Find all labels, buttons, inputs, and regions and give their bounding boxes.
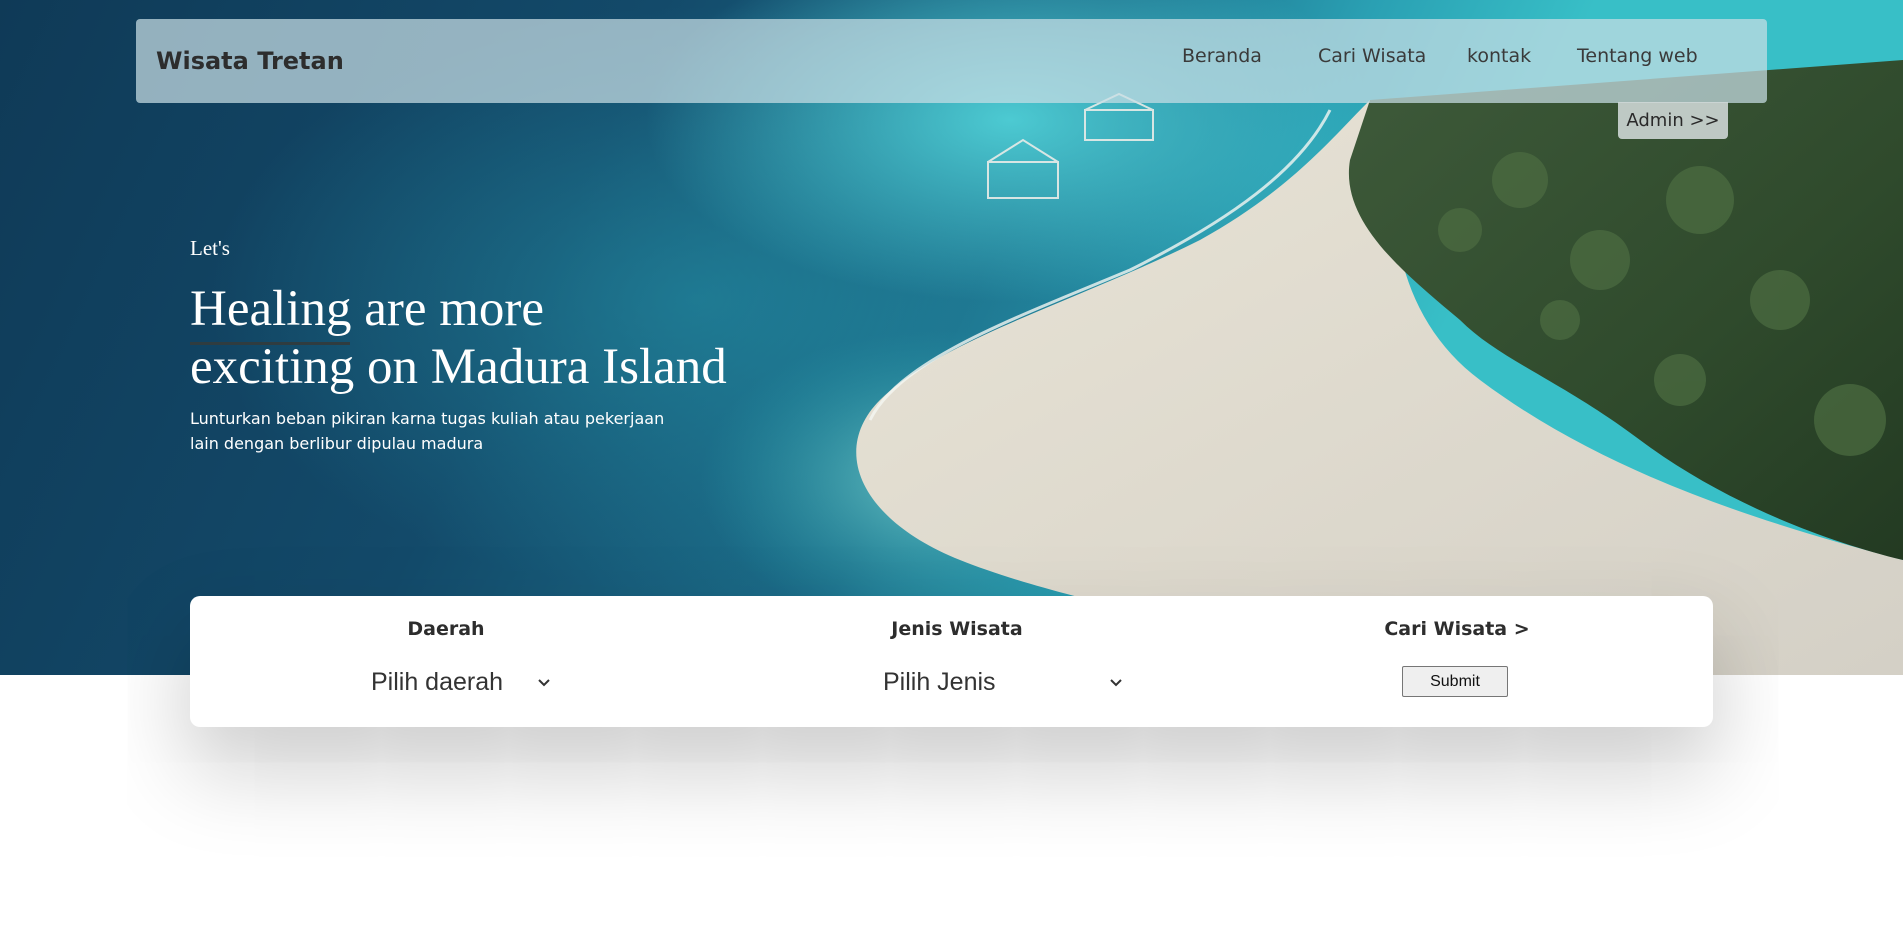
brand-logo[interactable]: Wisata Tretan bbox=[156, 19, 344, 103]
headline-underline bbox=[190, 342, 350, 345]
headline-line-2: exciting on Madura Island bbox=[190, 339, 727, 395]
daerah-column: Daerah Pilih daerah bbox=[190, 596, 702, 727]
admin-button[interactable]: Admin >> bbox=[1618, 102, 1728, 139]
nav-link-kontak[interactable]: kontak bbox=[1467, 45, 1531, 67]
jenis-selected-value: Pilih Jenis bbox=[883, 668, 996, 696]
search-card: Daerah Pilih daerah Jenis Wisata Pilih J… bbox=[190, 596, 1713, 727]
jenis-column: Jenis Wisata Pilih Jenis bbox=[702, 596, 1212, 727]
hero-subtext: Lunturkan beban pikiran karna tugas kuli… bbox=[190, 406, 670, 456]
chevron-down-icon bbox=[1109, 672, 1123, 701]
hero-subtext-line-2: lain dengan berlibur dipulau madura bbox=[190, 434, 484, 453]
headline-rest: are more bbox=[351, 281, 544, 337]
hero-subtext-line-1: Lunturkan beban pikiran karna tugas kuli… bbox=[190, 409, 665, 428]
chevron-down-icon bbox=[537, 672, 551, 701]
nav-link-tentang-web[interactable]: Tentang web bbox=[1577, 45, 1698, 67]
nav-link-beranda[interactable]: Beranda bbox=[1182, 45, 1262, 67]
jenis-select[interactable]: Pilih Jenis bbox=[883, 668, 1123, 698]
daerah-selected-value: Pilih daerah bbox=[371, 668, 504, 696]
cari-title[interactable]: Cari Wisata > bbox=[1357, 618, 1557, 640]
nav-link-cari-wisata[interactable]: Cari Wisata bbox=[1318, 45, 1426, 67]
hero-kicker: Let's bbox=[190, 236, 230, 260]
cari-column: Cari Wisata > Submit bbox=[1212, 596, 1632, 727]
top-navbar: Wisata Tretan Beranda Cari Wisata kontak… bbox=[136, 19, 1767, 103]
submit-button[interactable]: Submit bbox=[1402, 666, 1508, 697]
daerah-title: Daerah bbox=[407, 618, 485, 640]
hero-headline: Healing are more exciting on Madura Isla… bbox=[190, 280, 810, 396]
jenis-title: Jenis Wisata bbox=[891, 618, 1023, 640]
daerah-select[interactable]: Pilih daerah bbox=[371, 668, 551, 698]
headline-emphasis: Healing bbox=[190, 281, 352, 337]
headline-line-1: Healing are more bbox=[190, 280, 810, 338]
